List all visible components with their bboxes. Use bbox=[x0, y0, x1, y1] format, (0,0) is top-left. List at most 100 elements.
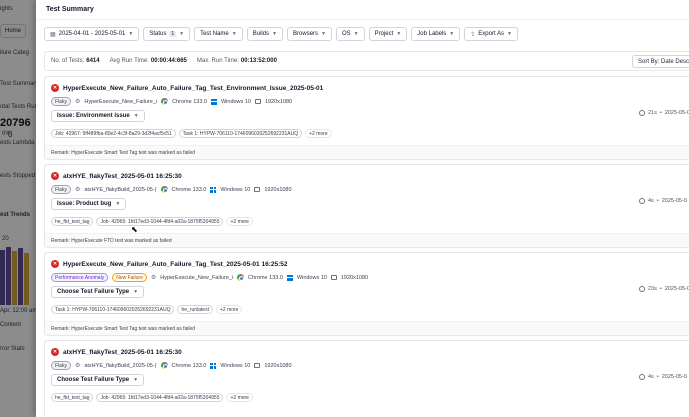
test-meta: Flaky ⚙ atxHYE_flakyBuild_2025-05-( Chro… bbox=[51, 361, 292, 370]
test-card[interactable]: ✕ HyperExecute_New_Failure_Auto_Failure_… bbox=[44, 252, 689, 336]
build-icon: ⚙ bbox=[74, 187, 81, 193]
stat-tests: No. of Tests: 6414 bbox=[51, 58, 100, 64]
build-icon: ⚙ bbox=[74, 99, 81, 105]
test-title[interactable]: ✕ atxHYE_flakyTest_2025-05-01 16:25:30 bbox=[51, 172, 182, 180]
job-labels-filter-label: Job Labels bbox=[417, 31, 447, 37]
failure-type-dropdown[interactable]: Choose Test Failure Type ▼ bbox=[51, 286, 145, 298]
tag: Job: 42967: 5ff489fba-80e2-4c3f-8a29-3d2… bbox=[51, 129, 176, 138]
os-name: Windows 10 bbox=[296, 274, 327, 281]
run-info: 23s • 2025-05-0 bbox=[639, 286, 689, 292]
resolution: 1920x1080 bbox=[264, 362, 292, 369]
flaky-badge: Flaky bbox=[51, 97, 71, 106]
windows-icon bbox=[210, 98, 217, 105]
os-filter-label: OS bbox=[342, 31, 351, 37]
run-date: 2025-05-0 bbox=[664, 110, 689, 116]
os-name: Windows 10 bbox=[220, 186, 251, 193]
tag: he_ftd_test_tag bbox=[51, 393, 94, 402]
tag-list: Job: 42967: 5ff489fba-80e2-4c3f-8a29-3d2… bbox=[51, 129, 332, 138]
drawer-header: Test Summary bbox=[36, 0, 689, 20]
remark: Remark: HyperExecute Smart Test Tag test… bbox=[45, 145, 689, 159]
project-filter[interactable]: Project ▼ bbox=[368, 27, 408, 41]
run-info: 4s • 2025-05-0 bbox=[639, 198, 687, 204]
chevron-down-icon: ▼ bbox=[179, 31, 185, 37]
drawer-title: Test Summary bbox=[46, 6, 94, 13]
export-as-button[interactable]: ⇪ Export As ▼ bbox=[464, 27, 518, 41]
browser-name: Chrome 133.0 bbox=[171, 362, 207, 369]
resolution: 1920x1080 bbox=[264, 98, 293, 105]
build-icon: ⚙ bbox=[74, 363, 81, 369]
clock-icon bbox=[639, 286, 645, 292]
clock-icon bbox=[639, 110, 645, 116]
date-range-label: 2025-04-01 - 2025-05-01 bbox=[58, 31, 126, 37]
builds-filter[interactable]: Builds ▼ bbox=[246, 27, 284, 41]
os-filter[interactable]: OS ▼ bbox=[336, 27, 365, 41]
run-info: 21s • 2025-05-0 bbox=[639, 110, 689, 116]
calendar-icon: ▦ bbox=[50, 31, 56, 38]
sort-dropdown[interactable]: Sort By: Date Descen bbox=[632, 55, 689, 68]
tag: Task 1: HYPW-706110-1746096020252692231A… bbox=[178, 129, 303, 138]
upload-icon: ⇪ bbox=[470, 31, 476, 38]
test-title[interactable]: ✕ HyperExecute_New_Failure_Auto_Failure_… bbox=[51, 84, 323, 92]
clock-icon bbox=[639, 374, 645, 380]
test-name-filter[interactable]: Test Name ▼ bbox=[194, 27, 243, 41]
flaky-badge: Flaky bbox=[51, 361, 71, 370]
performance-anomaly-badge: Performance Anomaly bbox=[51, 273, 109, 282]
os-name: Windows 10 bbox=[220, 362, 251, 369]
failure-type-dropdown[interactable]: Issue: Product bug ▼ bbox=[51, 198, 127, 210]
windows-icon bbox=[286, 274, 293, 281]
mouse-cursor-icon: ⬉ bbox=[131, 225, 138, 234]
date-separator: • bbox=[659, 110, 662, 116]
tag-list: he_ftd_test_tag Job: 42965: 1fd17ed3-104… bbox=[51, 393, 253, 402]
failure-type-dropdown[interactable]: Issue: Environment issue ▼ bbox=[51, 110, 145, 122]
tag-list: he_ftd_test_tag Job: 42965: 1fd17ed3-104… bbox=[51, 217, 253, 226]
stat-max-run-time: Max. Run Time: 00:13:52:000 bbox=[196, 58, 277, 64]
more-tags-button[interactable]: +2 more bbox=[226, 217, 253, 226]
tag: Job: 42965: 1fd17ed3-1044-4fd4-a02a-1875… bbox=[96, 393, 224, 402]
filter-bar: ▦ 2025-04-01 - 2025-05-01 ▼ Status 1 ▼ T… bbox=[44, 27, 518, 41]
chevron-down-icon: ▼ bbox=[321, 31, 326, 37]
test-card[interactable]: ✕ atxHYE_flakyTest_2025-05-01 16:25:30 F… bbox=[44, 340, 689, 417]
windows-icon bbox=[210, 186, 217, 193]
browser-name: Chrome 133.0 bbox=[248, 274, 283, 281]
failure-type-dropdown[interactable]: Choose Test Failure Type ▼ bbox=[51, 374, 145, 386]
test-title[interactable]: ✕ atxHYE_flakyTest_2025-05-01 16:25:30 bbox=[51, 348, 182, 356]
windows-icon bbox=[210, 362, 217, 369]
chevron-down-icon: ▼ bbox=[128, 31, 134, 37]
chrome-icon bbox=[237, 274, 245, 281]
browsers-filter[interactable]: Browsers ▼ bbox=[287, 27, 332, 41]
tag: Job: 42965: 1fd17ed3-1044-4fd4-a02a-1875… bbox=[96, 217, 224, 226]
test-meta: Flaky ⚙ HyperExecute_New_Failure_i Chrom… bbox=[51, 97, 292, 106]
more-tags-button[interactable]: +2 more bbox=[226, 393, 253, 402]
os-name: Windows 10 bbox=[220, 98, 251, 105]
date-range-filter[interactable]: ▦ 2025-04-01 - 2025-05-01 ▼ bbox=[44, 27, 140, 41]
test-card[interactable]: ✕ atxHYE_flakyTest_2025-05-01 16:25:30 F… bbox=[44, 164, 689, 248]
test-summary-drawer: Test Summary ▦ 2025-04-01 - 2025-05-01 ▼… bbox=[36, 0, 689, 417]
more-tags-button[interactable]: +2 more bbox=[305, 129, 332, 138]
failed-status-icon: ✕ bbox=[51, 84, 59, 92]
status-filter-count: 1 bbox=[169, 31, 177, 37]
chevron-down-icon: ▼ bbox=[396, 31, 402, 37]
clock-icon bbox=[639, 198, 645, 204]
resolution-icon bbox=[330, 275, 337, 280]
more-tags-button[interactable]: +2 more bbox=[215, 305, 243, 314]
test-card[interactable]: ✕ HyperExecute_New_Failure_Auto_Failure_… bbox=[44, 76, 689, 160]
chrome-icon bbox=[160, 362, 168, 369]
date-separator: • bbox=[656, 198, 659, 204]
job-labels-filter[interactable]: Job Labels ▼ bbox=[411, 27, 461, 41]
resolution-icon bbox=[254, 99, 261, 104]
duration: 21s bbox=[648, 110, 657, 116]
browser-name: Chrome 133.0 bbox=[172, 98, 207, 105]
build-name: atxHYE_flakyBuild_2025-05-( bbox=[84, 186, 157, 193]
status-filter[interactable]: Status 1 ▼ bbox=[143, 27, 191, 41]
build-name: HyperExecute_New_Failure_i bbox=[160, 274, 234, 281]
date-separator: • bbox=[656, 374, 659, 380]
remark: Remark: HyperExecute FTD test was marked… bbox=[45, 233, 689, 247]
chevron-down-icon: ▼ bbox=[115, 201, 121, 207]
chevron-down-icon: ▼ bbox=[449, 31, 455, 37]
stat-avg-run-time: Avg Run Time: 00:00:44:665 bbox=[109, 58, 187, 64]
resolution: 1920x1080 bbox=[340, 274, 369, 281]
test-title[interactable]: ✕ HyperExecute_New_Failure_Auto_Failure_… bbox=[51, 260, 287, 268]
failed-status-icon: ✕ bbox=[51, 172, 59, 180]
duration: 4s bbox=[648, 374, 654, 380]
run-date: 2025-05-0 bbox=[661, 198, 687, 204]
